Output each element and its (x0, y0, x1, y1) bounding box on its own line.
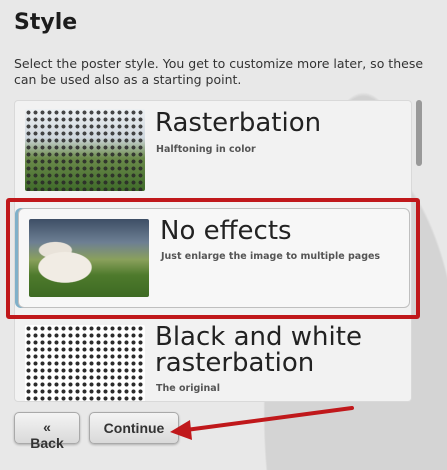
annotation-arrow-icon (170, 406, 354, 440)
